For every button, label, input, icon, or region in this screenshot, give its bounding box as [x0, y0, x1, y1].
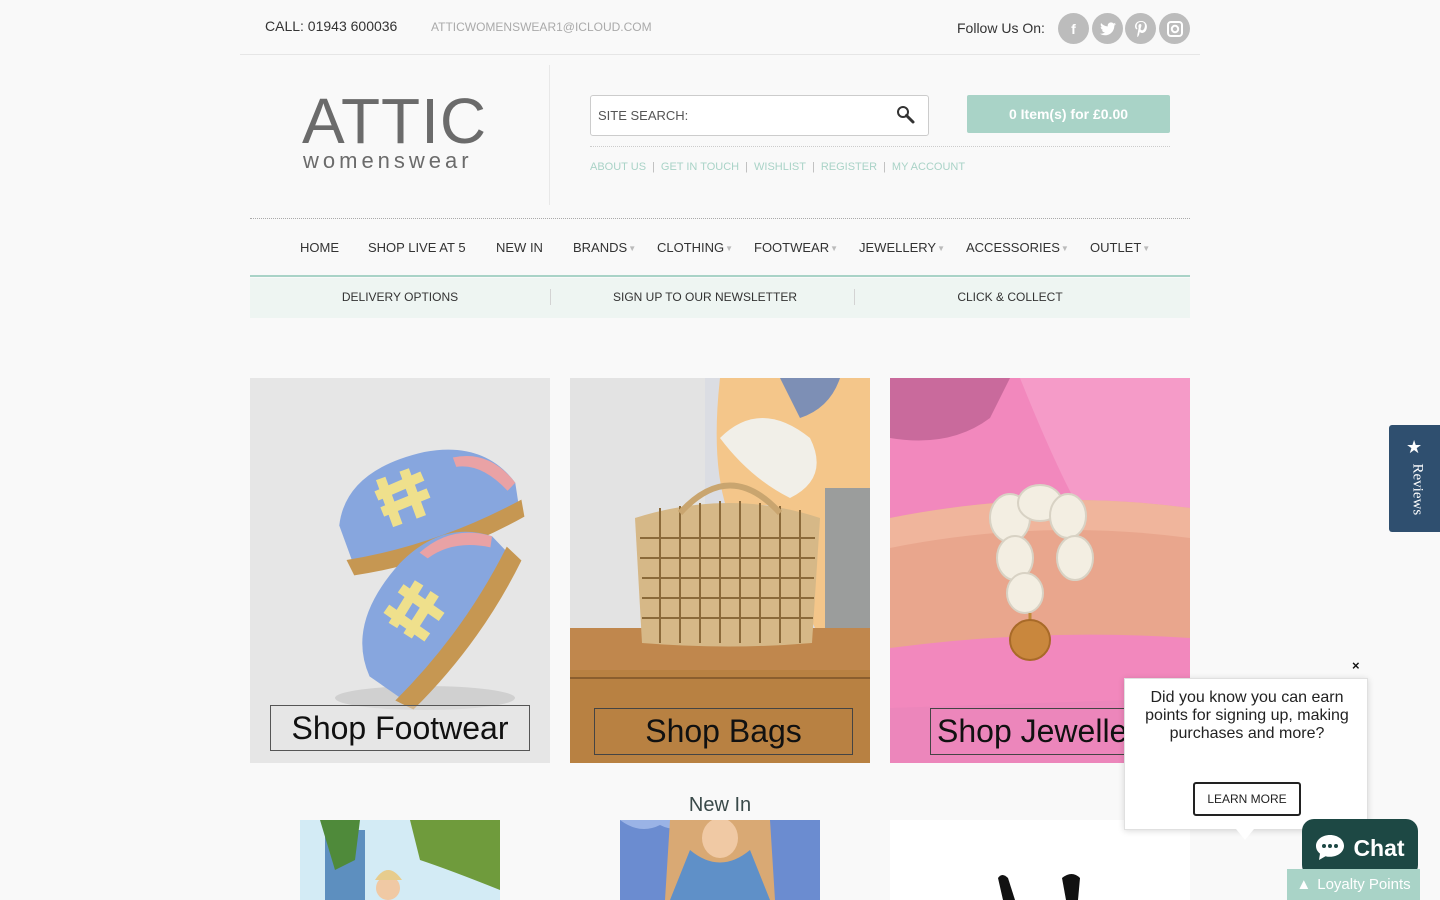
nav-footwear[interactable]: FOOTWEAR▼	[754, 240, 838, 255]
nav-label: FOOTWEAR	[754, 240, 830, 255]
chevron-down-icon: ▼	[628, 244, 637, 254]
wishlist-link[interactable]: WISHLIST	[754, 161, 806, 173]
chevron-down-icon: ▼	[937, 244, 945, 254]
register-link[interactable]: REGISTER	[821, 161, 877, 173]
product-thumb[interactable]	[620, 820, 820, 900]
site-search	[590, 95, 929, 136]
nav-label: OUTLET	[1090, 240, 1142, 255]
reviews-tab[interactable]: ★ Reviews	[1389, 425, 1440, 532]
nav-accessories[interactable]: ACCESSORIES▼	[966, 240, 1069, 255]
product-image	[620, 820, 820, 900]
popup-tail	[1236, 829, 1254, 840]
follow-label: Follow Us On:	[957, 20, 1045, 36]
product-thumb[interactable]	[300, 820, 500, 900]
cart-button[interactable]: 0 Item(s) for £0.00	[967, 95, 1170, 133]
popup-message: Did you know you can earn points for sig…	[1145, 689, 1349, 742]
chevron-down-icon: ▼	[830, 244, 839, 254]
my-account-link[interactable]: MY ACCOUNT	[892, 161, 965, 173]
email-link[interactable]: ATTICWOMENSWEAR1@ICLOUD.COM	[431, 20, 652, 34]
chat-bubble-icon	[1316, 835, 1345, 860]
link-separator: |	[883, 161, 886, 173]
nav-label: BRANDS	[573, 240, 628, 255]
loyalty-popup: Did you know you can earn points for sig…	[1124, 678, 1368, 830]
chevron-up-icon: ▲	[1296, 876, 1312, 893]
instagram-icon[interactable]	[1159, 13, 1190, 44]
logo[interactable]: ATTIC womenswear	[250, 65, 550, 205]
subnav-divider	[854, 289, 855, 305]
close-icon[interactable]: ×	[1352, 658, 1360, 673]
tile-label: Shop Bags	[594, 708, 853, 755]
loyalty-points-tab[interactable]: ▲ Loyalty Points	[1287, 869, 1420, 900]
twitter-icon[interactable]	[1092, 13, 1123, 44]
subnav-divider	[550, 289, 551, 305]
nav-label: NEW IN	[496, 240, 543, 255]
search-icon[interactable]	[896, 105, 916, 125]
loyalty-label: Loyalty Points	[1317, 876, 1411, 893]
search-input[interactable]	[591, 96, 881, 135]
nav-home[interactable]: HOME	[300, 240, 339, 255]
nav-label: ACCESSORIES	[966, 240, 1060, 255]
product-image	[300, 820, 500, 900]
get-in-touch-link[interactable]: GET IN TOUCH	[661, 161, 739, 173]
main-nav: HOME SHOP LIVE AT 5 NEW IN BRANDS▼ CLOTH…	[250, 218, 1190, 277]
nav-jewellery[interactable]: JEWELLERY▼	[859, 240, 945, 255]
nav-label: SHOP LIVE AT 5	[368, 240, 466, 255]
nav-outlet[interactable]: OUTLET▼	[1090, 240, 1150, 255]
top-bar: CALL: 01943 600036 ATTICWOMENSWEAR1@ICLO…	[240, 0, 1200, 55]
star-icon: ★	[1406, 437, 1423, 457]
bag-image	[570, 378, 870, 763]
nav-label: JEWELLERY	[859, 240, 937, 255]
logo-subtitle: womenswear	[303, 148, 473, 173]
sub-nav: DELIVERY OPTIONS SIGN UP TO OUR NEWSLETT…	[250, 278, 1190, 318]
header-divider	[590, 146, 1170, 147]
product-thumb[interactable]	[890, 820, 1190, 900]
learn-more-button[interactable]: LEARN MORE	[1193, 782, 1301, 816]
nav-shop-live[interactable]: SHOP LIVE AT 5	[368, 240, 466, 255]
reviews-label: Reviews	[1409, 463, 1426, 516]
delivery-options-link[interactable]: DELIVERY OPTIONS	[250, 290, 550, 304]
link-separator: |	[811, 161, 815, 173]
facebook-icon[interactable]: f	[1058, 13, 1089, 44]
chevron-down-icon: ▼	[1142, 244, 1151, 254]
newsletter-link[interactable]: SIGN UP TO OUR NEWSLETTER	[555, 290, 855, 304]
account-links: ABOUT US | GET IN TOUCH | WISHLIST | REGISTER |…	[590, 161, 965, 173]
link-separator: |	[745, 161, 748, 173]
link-separator: |	[652, 161, 655, 173]
chevron-down-icon: ▼	[1060, 244, 1069, 254]
nav-brands[interactable]: BRANDS▼	[573, 240, 636, 255]
about-us-link[interactable]: ABOUT US	[590, 161, 646, 173]
phone-number[interactable]: CALL: 01943 600036	[265, 18, 397, 34]
tile-bags[interactable]: Shop Bags	[570, 378, 870, 763]
nav-clothing[interactable]: CLOTHING▼	[657, 240, 733, 255]
tile-footwear[interactable]: Shop Footwear	[250, 378, 550, 763]
tile-label: Shop Footwear	[270, 705, 530, 751]
nav-label: HOME	[300, 240, 339, 255]
nav-label: CLOTHING	[657, 240, 725, 255]
chat-label: Chat	[1353, 834, 1405, 861]
nav-new-in[interactable]: NEW IN	[496, 240, 543, 255]
pinterest-icon[interactable]	[1125, 13, 1156, 44]
product-image	[890, 820, 1190, 900]
new-in-heading: New In	[688, 794, 752, 816]
chevron-down-icon: ▼	[725, 244, 734, 254]
logo-wordmark: ATTIC	[302, 85, 488, 157]
click-collect-link[interactable]: CLICK & COLLECT	[860, 290, 1160, 304]
